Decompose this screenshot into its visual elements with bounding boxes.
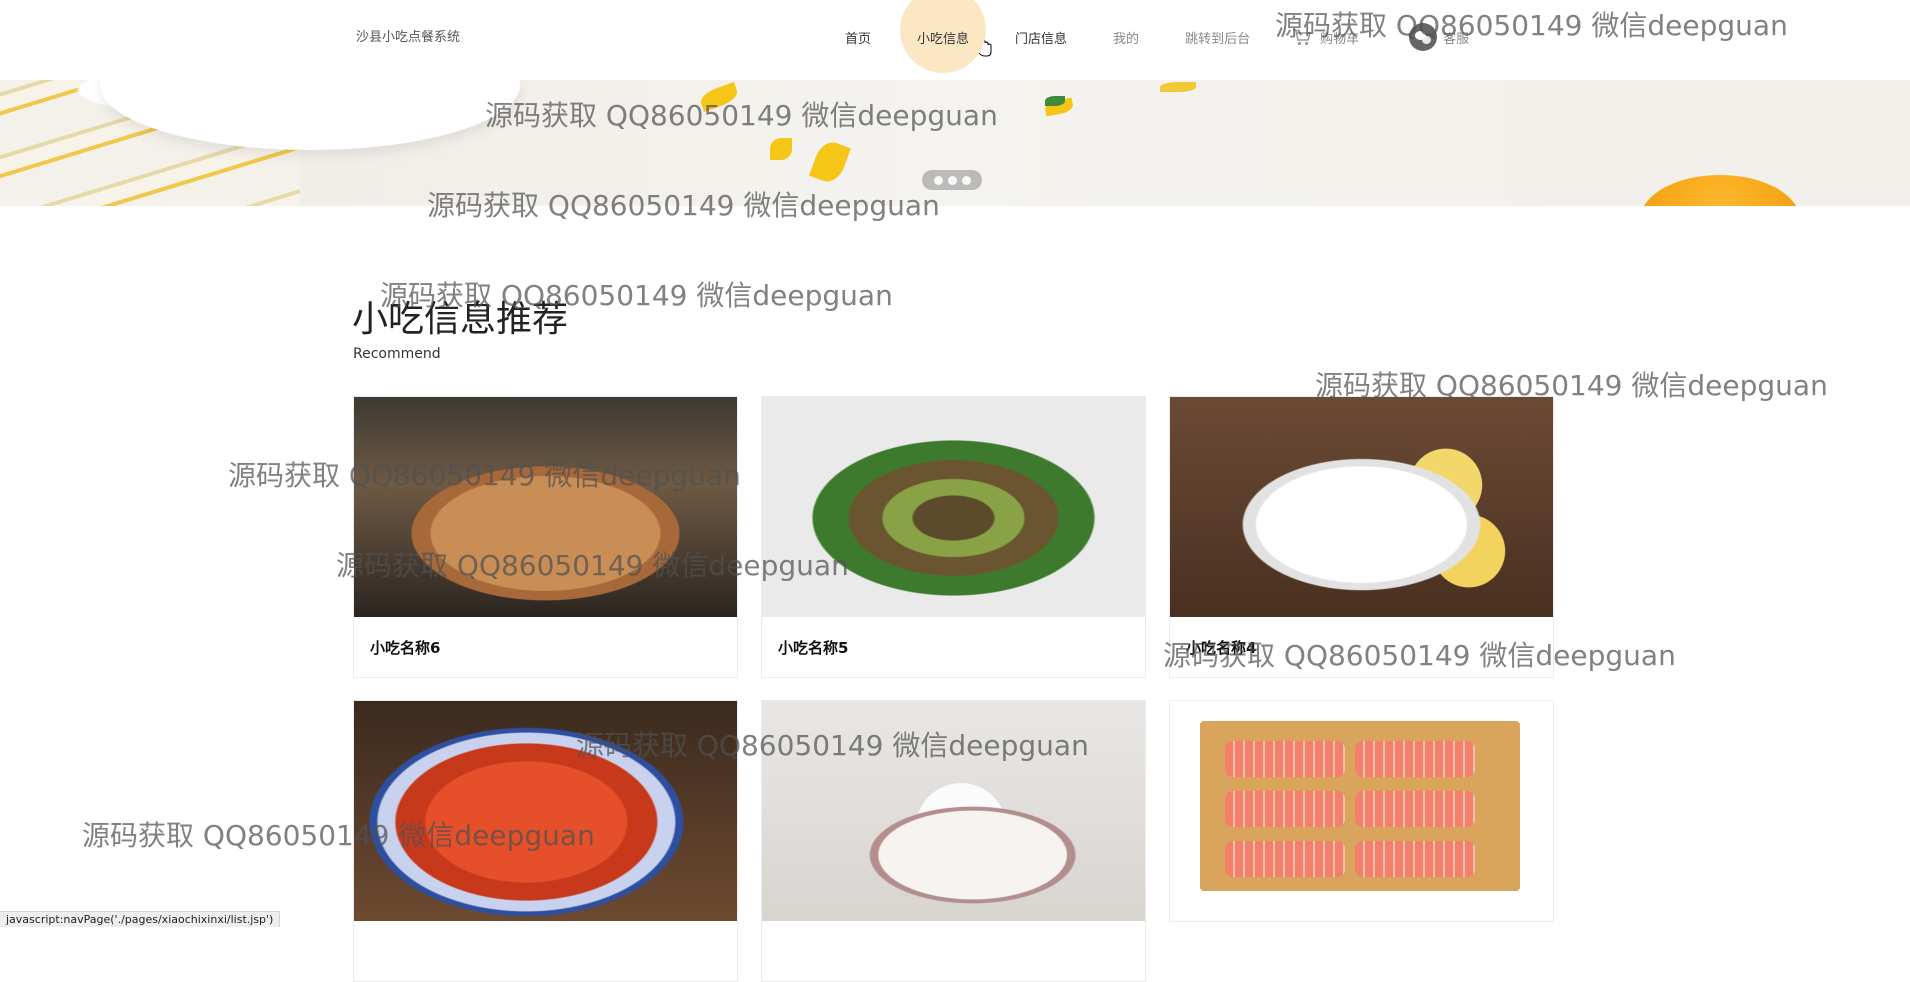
- site-title[interactable]: 沙县小吃点餐系统: [356, 26, 460, 45]
- carousel-indicator[interactable]: [922, 170, 982, 190]
- banner-leaf: [1045, 96, 1065, 106]
- browser-status-bar: javascript:navPage('./pages/xiaochixinxi…: [0, 911, 281, 927]
- snack-name[interactable]: 小吃名称5: [762, 617, 1145, 677]
- cart-label: 购物车: [1320, 31, 1360, 47]
- sashimi-slice: [1355, 791, 1475, 827]
- snack-image[interactable]: [1170, 701, 1553, 921]
- nav-home[interactable]: 首页: [845, 28, 871, 47]
- snack-card[interactable]: [1169, 700, 1554, 922]
- snack-name[interactable]: 小吃名称6: [354, 617, 737, 677]
- carousel-dot[interactable]: [947, 175, 957, 185]
- sashimi-slice: [1225, 841, 1345, 877]
- cart-link[interactable]: 购物车: [1292, 28, 1359, 47]
- snack-image[interactable]: [762, 701, 1145, 921]
- nav-admin[interactable]: 跳转到后台: [1185, 28, 1250, 47]
- section-title: 小吃信息推荐: [352, 299, 569, 340]
- banner-leaf: [770, 138, 792, 160]
- snack-image[interactable]: [354, 701, 737, 921]
- sashimi-slice: [1225, 741, 1345, 777]
- carousel-dot[interactable]: [961, 175, 971, 185]
- nav-mine[interactable]: 我的: [1113, 28, 1139, 47]
- snack-card[interactable]: 小吃名称5: [761, 396, 1146, 678]
- snack-name[interactable]: 小吃名称4: [1170, 617, 1553, 677]
- section-subtitle: Recommend: [353, 346, 441, 362]
- wechat-icon: [1409, 23, 1438, 51]
- top-navbar: 沙县小吃点餐系统 首页 小吃信息 门店信息 我的 跳转到后台 购物车 客服: [0, 0, 1910, 81]
- banner-leaf: [1160, 82, 1196, 92]
- carousel-dot[interactable]: [933, 175, 943, 185]
- snack-card[interactable]: [353, 700, 738, 982]
- nav-snack-info[interactable]: 小吃信息: [900, 0, 987, 73]
- snack-image[interactable]: [354, 397, 737, 617]
- customer-service-link[interactable]: 客服: [1409, 23, 1469, 51]
- snack-name[interactable]: [762, 921, 1145, 981]
- cart-icon: [1293, 29, 1312, 46]
- customer-service-label: 客服: [1443, 31, 1470, 47]
- snack-card[interactable]: 小吃名称6: [353, 396, 738, 678]
- sashimi-slice: [1225, 791, 1345, 827]
- hero-carousel[interactable]: [0, 80, 1910, 206]
- snack-card[interactable]: [761, 700, 1146, 982]
- snack-image[interactable]: [1170, 397, 1553, 617]
- snack-name[interactable]: [354, 921, 737, 981]
- sashimi-slice: [1355, 741, 1475, 777]
- nav-store-info[interactable]: 门店信息: [1015, 28, 1067, 47]
- sashimi-slice: [1355, 841, 1475, 877]
- main-nav: 首页 小吃信息 门店信息 我的 跳转到后台 购物车 客服: [845, 0, 1469, 74]
- snack-card[interactable]: 小吃名称4: [1169, 396, 1554, 678]
- snack-image[interactable]: [762, 397, 1145, 617]
